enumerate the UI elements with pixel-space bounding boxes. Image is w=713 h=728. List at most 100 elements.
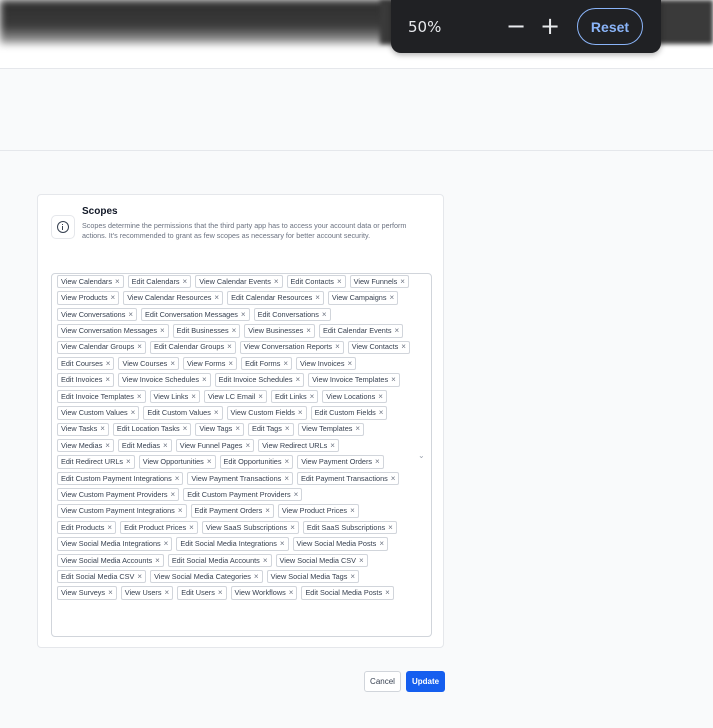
update-button[interactable]: Update [406, 671, 445, 692]
remove-scope-icon[interactable]: × [335, 341, 340, 353]
scope-tag-label: View Custom Payment Integrations [61, 506, 175, 516]
remove-scope-icon[interactable]: × [330, 440, 335, 452]
info-icon [51, 215, 75, 239]
scope-tag-label: Edit Custom Fields [314, 408, 376, 418]
remove-scope-icon[interactable]: × [280, 538, 285, 550]
remove-scope-icon[interactable]: × [191, 391, 196, 403]
remove-scope-icon[interactable]: × [128, 309, 133, 321]
remove-scope-icon[interactable]: × [348, 358, 353, 370]
remove-scope-icon[interactable]: × [283, 358, 288, 370]
zoom-out-button[interactable]: − [503, 11, 529, 41]
remove-scope-icon[interactable]: × [235, 423, 240, 435]
remove-scope-icon[interactable]: × [228, 358, 233, 370]
remove-scope-icon[interactable]: × [106, 358, 111, 370]
zoom-reset-button[interactable]: Reset [577, 8, 643, 45]
scope-tag-label: Edit Calendar Resources [231, 293, 313, 303]
remove-scope-icon[interactable]: × [379, 407, 384, 419]
remove-scope-icon[interactable]: × [183, 423, 188, 435]
scope-tag: Edit Conversation Messages × [141, 307, 250, 322]
scope-tag: Edit Products × [57, 520, 117, 535]
remove-scope-icon[interactable]: × [105, 440, 110, 452]
scopes-multiselect[interactable]: View Calendars × Edit Calendars × View Calen… [51, 273, 432, 637]
remove-scope-icon[interactable]: × [388, 522, 393, 534]
remove-scope-icon[interactable]: × [108, 587, 113, 599]
remove-scope-icon[interactable]: × [322, 309, 327, 321]
remove-scope-icon[interactable]: × [164, 538, 169, 550]
remove-scope-icon[interactable]: × [390, 292, 395, 304]
scope-tag-label: View Payment Transactions [191, 473, 282, 483]
remove-scope-icon[interactable]: × [295, 374, 300, 386]
remove-scope-icon[interactable]: × [265, 505, 270, 517]
remove-scope-icon[interactable]: × [245, 440, 250, 452]
cancel-button[interactable]: Cancel [364, 671, 401, 692]
scope-tag-label: View Custom Fields [230, 408, 295, 418]
remove-scope-icon[interactable]: × [183, 276, 188, 288]
remove-scope-icon[interactable]: × [115, 276, 120, 288]
remove-scope-icon[interactable]: × [175, 473, 180, 485]
remove-scope-icon[interactable]: × [298, 407, 303, 419]
remove-scope-icon[interactable]: × [178, 505, 183, 517]
remove-scope-icon[interactable]: × [241, 309, 246, 321]
remove-scope-icon[interactable]: × [285, 456, 290, 468]
remove-scope-icon[interactable]: × [401, 341, 406, 353]
remove-scope-icon[interactable]: × [350, 505, 355, 517]
remove-scope-icon[interactable]: × [111, 292, 116, 304]
zoom-in-button[interactable]: + [537, 11, 563, 41]
remove-scope-icon[interactable]: × [337, 276, 342, 288]
remove-scope-icon[interactable]: × [105, 374, 110, 386]
remove-scope-icon[interactable]: × [160, 325, 165, 337]
remove-scope-icon[interactable]: × [290, 522, 295, 534]
scope-tag: View Custom Values × [57, 406, 140, 420]
remove-scope-icon[interactable]: × [137, 571, 142, 583]
chevron-down-icon[interactable]: ⌄ [418, 452, 425, 460]
remove-scope-icon[interactable]: × [284, 473, 289, 485]
scope-tag: View Product Prices × [277, 504, 359, 518]
remove-scope-icon[interactable]: × [214, 292, 219, 304]
page-section-band [0, 69, 713, 151]
remove-scope-icon[interactable]: × [355, 423, 360, 435]
remove-scope-icon[interactable]: × [165, 587, 170, 599]
remove-scope-icon[interactable]: × [289, 587, 294, 599]
remove-scope-icon[interactable]: × [126, 456, 131, 468]
remove-scope-icon[interactable]: × [202, 374, 207, 386]
remove-scope-icon[interactable]: × [258, 391, 263, 403]
remove-scope-icon[interactable]: × [100, 423, 105, 435]
remove-scope-icon[interactable]: × [107, 522, 112, 534]
remove-scope-icon[interactable]: × [155, 555, 160, 567]
remove-scope-icon[interactable]: × [263, 555, 268, 567]
remove-scope-icon[interactable]: × [131, 407, 136, 419]
remove-scope-icon[interactable]: × [379, 538, 384, 550]
remove-scope-icon[interactable]: × [214, 407, 219, 419]
remove-scope-icon[interactable]: × [378, 391, 383, 403]
remove-scope-icon[interactable]: × [385, 587, 390, 599]
remove-scope-icon[interactable]: × [375, 456, 380, 468]
scope-tag: View Conversations × [57, 307, 138, 322]
remove-scope-icon[interactable]: × [171, 489, 176, 501]
remove-scope-icon[interactable]: × [232, 325, 237, 337]
remove-scope-icon[interactable]: × [294, 489, 299, 501]
remove-scope-icon[interactable]: × [310, 391, 315, 403]
remove-scope-icon[interactable]: × [285, 423, 290, 435]
remove-scope-icon[interactable]: × [350, 571, 355, 583]
remove-scope-icon[interactable]: × [163, 440, 168, 452]
remove-scope-icon[interactable]: × [254, 571, 259, 583]
remove-scope-icon[interactable]: × [137, 341, 142, 353]
remove-scope-icon[interactable]: × [395, 325, 400, 337]
scope-tag-label: View Campaigns [331, 293, 387, 303]
remove-scope-icon[interactable]: × [207, 456, 212, 468]
remove-scope-icon[interactable]: × [274, 276, 279, 288]
remove-scope-icon[interactable]: × [170, 358, 175, 370]
remove-scope-icon[interactable]: × [137, 391, 142, 403]
remove-scope-icon[interactable]: × [227, 341, 232, 353]
scope-tag: Edit Social Media CSV × [57, 570, 147, 584]
remove-scope-icon[interactable]: × [218, 587, 223, 599]
remove-scope-icon[interactable]: × [391, 374, 396, 386]
remove-scope-icon[interactable]: × [359, 555, 364, 567]
remove-scope-icon[interactable]: × [315, 292, 320, 304]
remove-scope-icon[interactable]: × [189, 522, 194, 534]
scope-tag-label: Edit SaaS Subscriptions [306, 522, 386, 532]
remove-scope-icon[interactable]: × [306, 325, 311, 337]
remove-scope-icon[interactable]: × [391, 473, 396, 485]
remove-scope-icon[interactable]: × [400, 276, 405, 288]
scope-tag: Edit Links × [270, 389, 319, 404]
